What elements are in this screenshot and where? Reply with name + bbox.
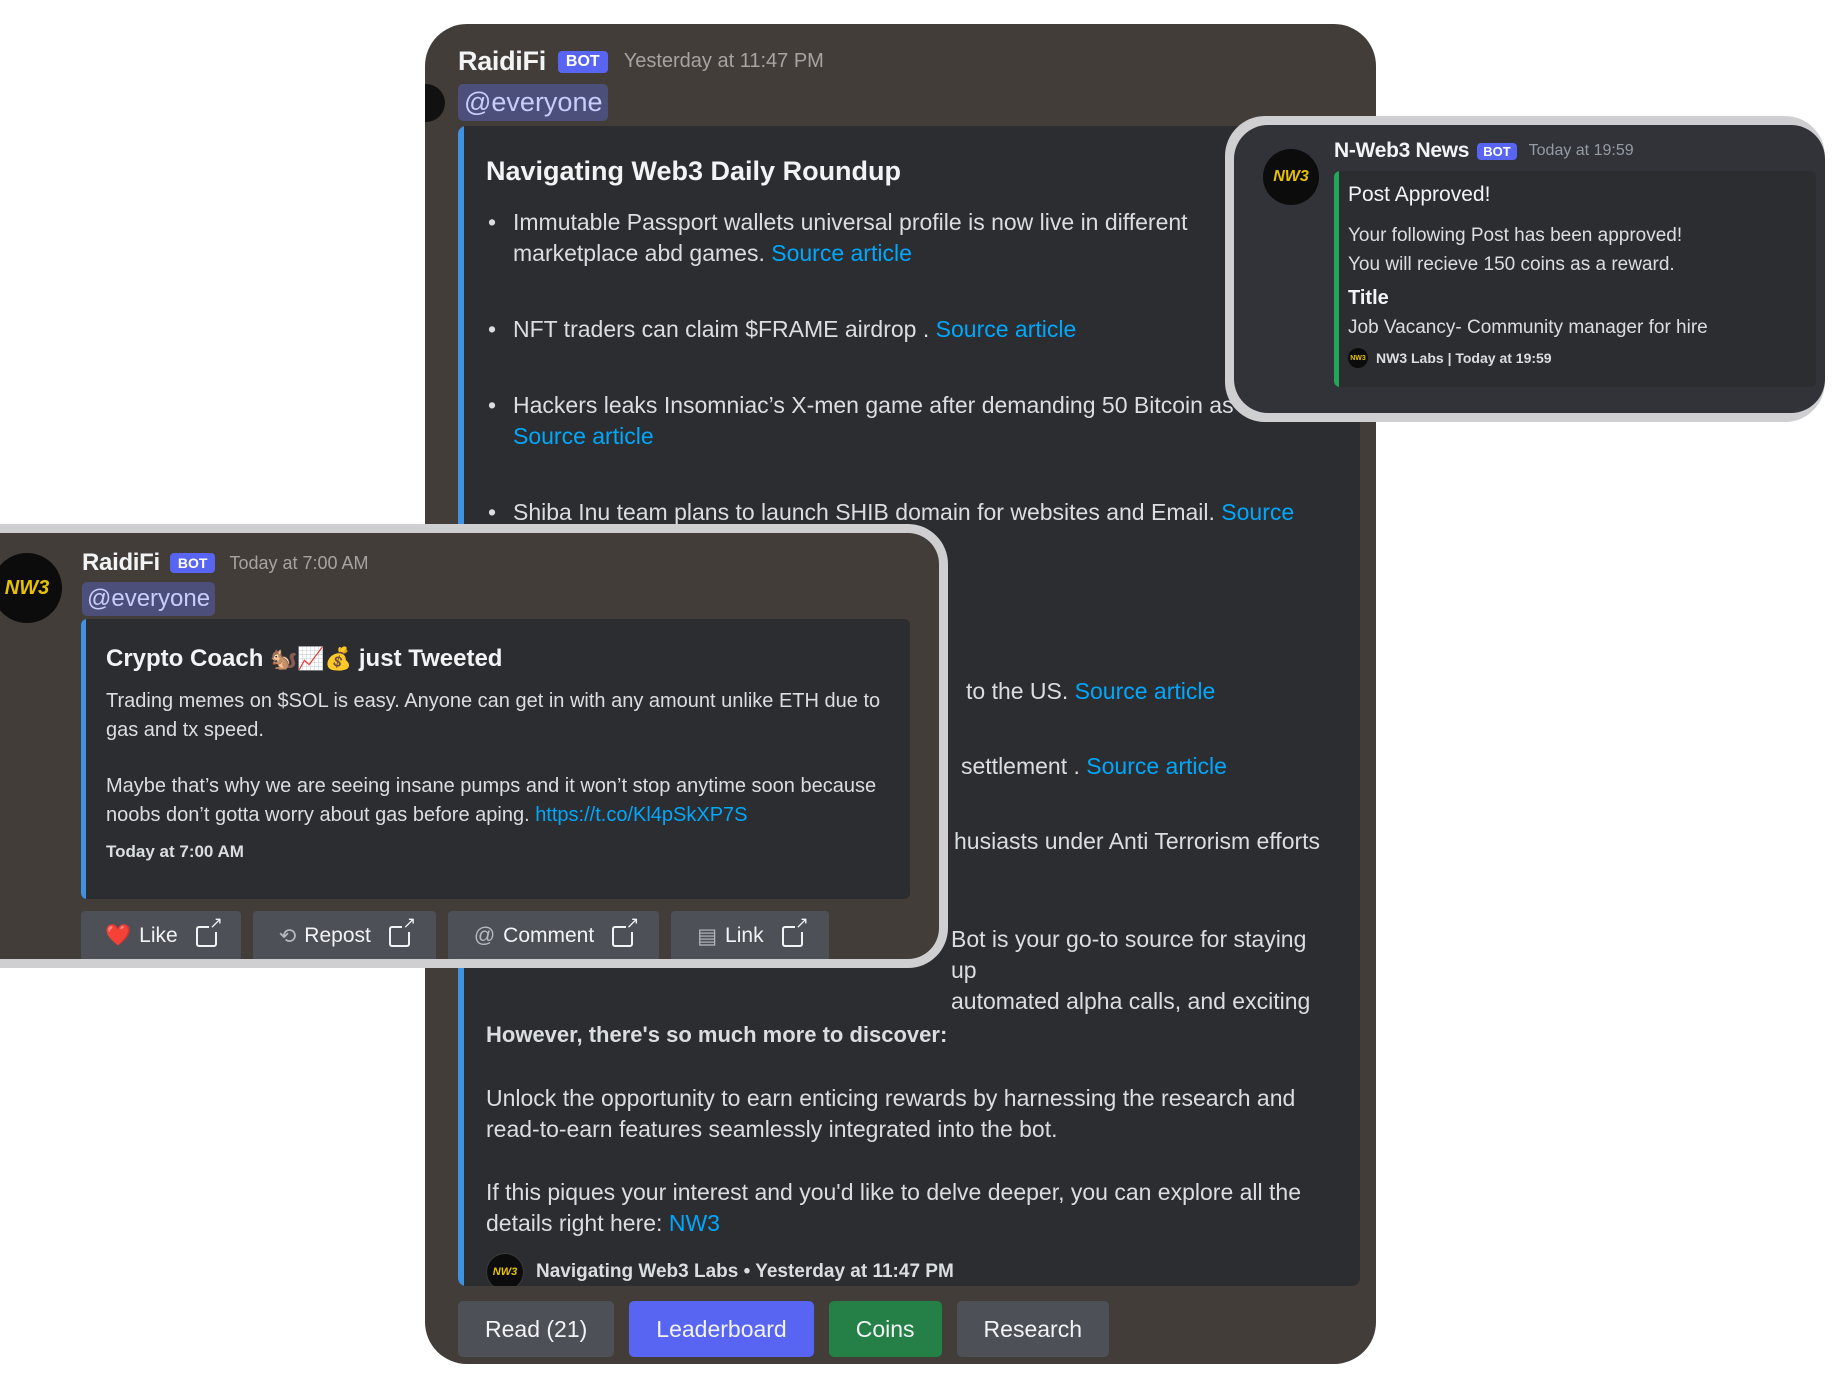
external-link-icon (195, 915, 223, 947)
heart-icon: ❤️ (105, 924, 132, 947)
external-link-icon (388, 915, 416, 947)
source-link[interactable]: Source article (1086, 753, 1227, 779)
section-heading: However, there's so much more to discove… (486, 1022, 948, 1047)
source-link[interactable]: Source article (513, 423, 654, 449)
embed-accent-bar (81, 619, 86, 899)
leaderboard-button[interactable]: Leaderboard (629, 1301, 814, 1357)
message-header: RaidiFi BOT Yesterday at 11:47 PM (458, 46, 824, 77)
message-header: RaidiFi BOT Today at 7:00 AM (82, 549, 369, 577)
comment-button[interactable]: @ Comment (447, 911, 660, 959)
nw3-logo-icon: NW3 (486, 1253, 524, 1286)
source-link[interactable]: Source (1221, 499, 1294, 525)
emoji-icons: 🐿️📈💰 (270, 646, 353, 671)
timestamp: Today at 7:00 AM (229, 552, 369, 573)
username[interactable]: RaidiFi (82, 549, 160, 577)
embed-title: Navigating Web3 Daily Roundup (486, 156, 902, 186)
source-link[interactable]: Source article (936, 316, 1077, 342)
list-item: NFT traders can claim $FRAME airdrop . S… (486, 314, 1330, 345)
news-card: NW3 N-Web3 News BOT Today at 19:59 Post … (1225, 116, 1825, 422)
avatar[interactable]: NW3 (0, 553, 62, 623)
embed-accent-bar (1334, 171, 1339, 387)
external-link-icon (781, 915, 809, 947)
nw3-logo-icon: NW3 (1348, 348, 1368, 368)
embed-footer: NW3 Navigating Web3 Labs • Yesterday at … (486, 1253, 1330, 1286)
embed-text: Your following Post has been approved! (1348, 225, 1683, 246)
timestamp: Yesterday at 11:47 PM (623, 50, 824, 72)
field-value: Job Vacancy- Community manager for hire (1348, 317, 1708, 338)
bot-badge: BOT (1477, 142, 1517, 160)
field-name: Title (1348, 287, 1389, 309)
external-link-icon (612, 915, 640, 947)
embed-text: You will recieve 150 coins as a reward. (1348, 254, 1675, 275)
tweet-text: Trading memes on $SOL is easy. Anyone ca… (106, 690, 881, 741)
link-button[interactable]: ▤ Link (671, 911, 829, 959)
source-link[interactable]: Source article (771, 240, 912, 266)
tweet-card: NW3 RaidiFi BOT Today at 7:00 AM @everyo… (0, 524, 948, 968)
repost-button[interactable]: ⟲ Repost (252, 911, 436, 959)
username[interactable]: N-Web3 News (1334, 139, 1469, 163)
source-link[interactable]: Source article (1075, 678, 1216, 704)
document-icon: ▤ (697, 924, 718, 948)
timestamp: Today at 19:59 (1528, 142, 1634, 159)
like-button[interactable]: ❤️ Like (81, 911, 241, 959)
paragraph: Unlock the opportunity to earn enticing … (486, 1085, 1296, 1142)
action-button-row: Read (21) Leaderboard Coins Research (458, 1301, 1109, 1357)
bot-badge: BOT (557, 50, 608, 73)
avatar[interactable]: NW3 (1263, 149, 1319, 205)
embed-timestamp: Today at 7:00 AM (106, 842, 244, 861)
message-header: N-Web3 News BOT Today at 19:59 (1334, 139, 1634, 163)
coins-button[interactable]: Coins (828, 1301, 942, 1357)
repost-icon: ⟲ (278, 924, 297, 948)
bot-badge: BOT (169, 553, 216, 573)
embed-title: Crypto Coach 🐿️📈💰 just Tweeted (106, 645, 503, 672)
username[interactable]: RaidiFi (458, 46, 546, 77)
everyone-mention[interactable]: @everyone (82, 582, 216, 616)
tweet-embed: Crypto Coach 🐿️📈💰 just Tweeted Trading m… (81, 619, 910, 899)
read-button[interactable]: Read (21) (458, 1301, 615, 1357)
tweet-link[interactable]: https://t.co/Kl4pSkXP7S (535, 804, 747, 826)
tweet-text: Maybe that’s why we are seeing insane pu… (106, 775, 877, 826)
list-item: Immutable Passport wallets universal pro… (486, 207, 1330, 269)
list-item: Hackers leaks Insomniac’s X-men game aft… (486, 390, 1330, 452)
approval-embed: Post Approved! Your following Post has b… (1334, 171, 1816, 387)
at-sign-icon: @ (473, 924, 496, 947)
nw3-link[interactable]: NW3 (669, 1210, 720, 1236)
embed-title: Post Approved! (1348, 183, 1491, 206)
avatar[interactable] (425, 84, 445, 122)
tweet-action-buttons: ❤️ Like ⟲ Repost @ Comment ▤ Link (81, 911, 829, 959)
research-button[interactable]: Research (956, 1301, 1109, 1357)
everyone-mention[interactable]: @everyone (458, 84, 609, 121)
paragraph: If this piques your interest and you'd l… (486, 1179, 1302, 1236)
embed-footer: NW3 NW3 Labs | Today at 19:59 (1348, 348, 1806, 368)
